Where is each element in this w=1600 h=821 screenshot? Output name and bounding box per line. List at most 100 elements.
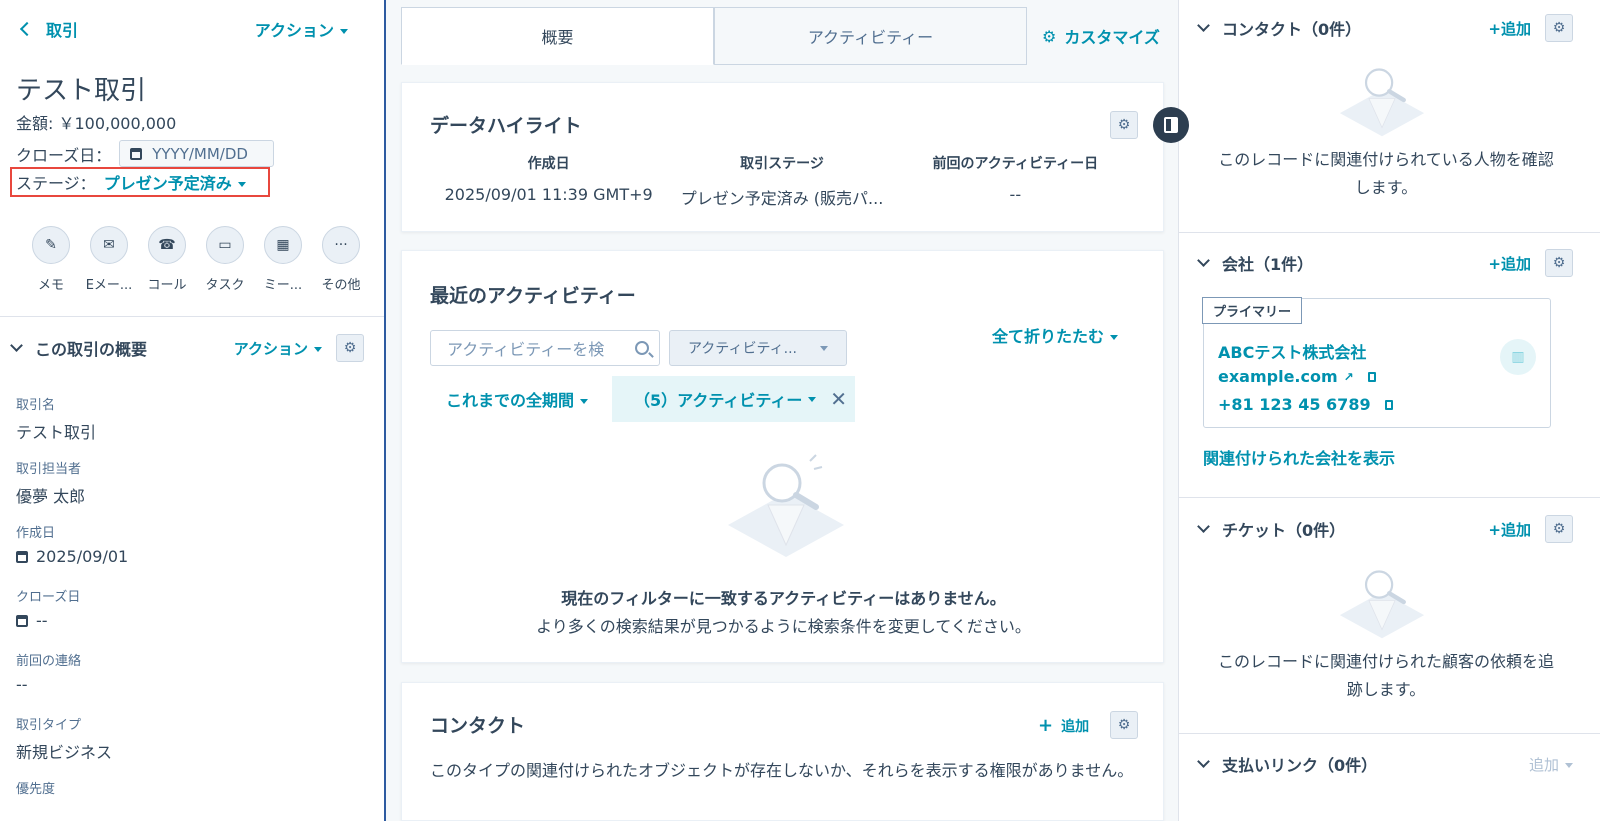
call-button[interactable]: ☎ コール: [138, 226, 196, 293]
property-last-contact[interactable]: 前回の連絡 --: [16, 650, 356, 714]
note-button[interactable]: ✎ メモ: [22, 226, 80, 293]
property-label: 取引名: [16, 398, 56, 413]
empty-state-illustration: [1339, 570, 1425, 639]
panel-toggle-button[interactable]: [1153, 107, 1189, 143]
payment-links-section-title[interactable]: 支払いリンク（0件）: [1222, 752, 1377, 776]
company-domain: example.com: [1218, 367, 1338, 386]
contacts-empty-text: このレコードに関連付けられている人物を確認 します。: [1199, 146, 1573, 202]
payment-links-section-header: 支払いリンク（0件） 追加: [1197, 752, 1573, 776]
recent-activities-card: 最近のアクティビティー アクティビティーを検 アクティビティ... 全て折りたた…: [401, 250, 1164, 663]
companies-section-settings[interactable]: ⚙: [1545, 249, 1573, 277]
meeting-button[interactable]: ▦ ミー...: [254, 226, 312, 293]
stage-dropdown[interactable]: プレゼン予定済み: [104, 170, 246, 194]
more-button[interactable]: ··· その他: [312, 226, 370, 293]
company-domain-link[interactable]: example.com ↗: [1218, 367, 1376, 386]
add-ticket-link[interactable]: +追加: [1488, 519, 1531, 540]
close-icon[interactable]: ✕: [830, 387, 847, 411]
empty-state-illustration: [1339, 68, 1425, 137]
empty-line: このレコードに関連付けられた顧客の依頼を追: [1217, 652, 1554, 671]
highlight-value: プレゼン予定済み (販売パ...: [680, 189, 884, 208]
task-icon: ▭: [206, 226, 244, 264]
phone-icon: ☎: [148, 226, 186, 264]
edit-icon: ✎: [32, 226, 70, 264]
gear-icon: ⚙: [1117, 717, 1131, 733]
tickets-section-settings[interactable]: ⚙: [1545, 515, 1573, 543]
add-payment-link-dropdown[interactable]: 追加: [1529, 754, 1573, 775]
close-date-label: クローズ日：: [16, 145, 112, 165]
summary-actions-label: アクション: [233, 339, 308, 358]
highlight-value: 2025/09/01 11:39 GMT+9: [444, 185, 653, 204]
summary-title[interactable]: この取引の概要: [35, 336, 147, 360]
property-create-date[interactable]: 作成日 2025/09/01: [16, 522, 356, 586]
data-highlights-card: データハイライト ⚙ 作成日 2025/09/01 11:39 GMT+9 取引ス…: [401, 82, 1164, 232]
calendar-icon: [16, 614, 28, 627]
main-column: 概要 アクティビティー ⚙ カスタマイズ データハイライト ⚙ 作成日 2025/0…: [386, 0, 1178, 821]
summary-settings-button[interactable]: ⚙: [336, 334, 364, 362]
contacts-settings-button[interactable]: ⚙: [1110, 711, 1138, 739]
period-filter[interactable]: これまでの全期間: [446, 387, 589, 411]
property-value: 優夢 太郎: [16, 487, 86, 506]
customize-button[interactable]: ⚙ カスタマイズ: [1042, 24, 1160, 48]
chevron-down-icon[interactable]: [1197, 18, 1210, 32]
gear-icon: ⚙: [1042, 26, 1057, 46]
caret-down-icon: [808, 396, 817, 402]
property-label: 前回の連絡: [16, 654, 82, 669]
gear-icon: ⚙: [343, 340, 357, 356]
divider: [1179, 232, 1600, 233]
copy-icon[interactable]: [1384, 399, 1393, 410]
contacts-section-settings[interactable]: ⚙: [1545, 14, 1573, 42]
companies-section-title[interactable]: 会社（1件）: [1222, 251, 1313, 275]
empty-line: このレコードに関連付けられている人物を確認: [1218, 150, 1554, 169]
company-name-link[interactable]: ABCテスト株式会社: [1218, 339, 1366, 363]
tab-overview[interactable]: 概要: [401, 7, 714, 65]
copy-icon[interactable]: [1367, 371, 1376, 382]
activity-type-filter[interactable]: アクティビティ...: [669, 330, 847, 366]
chevron-down-icon[interactable]: [1197, 519, 1210, 533]
tab-activity[interactable]: アクティビティー: [714, 7, 1027, 65]
chevron-left-icon: [19, 21, 35, 37]
recent-activities-title: 最近のアクティビティー: [430, 285, 636, 307]
back-to-deals-link[interactable]: 取引: [16, 17, 78, 41]
property-deal-name[interactable]: 取引名 テスト取引: [16, 394, 356, 458]
company-phone-link[interactable]: +81 123 45 6789: [1218, 395, 1393, 414]
tickets-section-header: チケット（0件） +追加 ⚙: [1197, 515, 1573, 543]
summary-actions-dropdown[interactable]: アクション: [234, 338, 322, 359]
email-button[interactable]: ✉ Eメー...: [80, 226, 138, 293]
collapse-all-button[interactable]: 全て折りたたむ: [992, 323, 1119, 347]
activity-search-input[interactable]: アクティビティーを検: [430, 330, 660, 366]
highlights-settings-button[interactable]: ⚙: [1110, 111, 1138, 139]
add-company-link[interactable]: +追加: [1488, 253, 1531, 274]
contacts-section-title[interactable]: コンタクト（0件）: [1222, 16, 1361, 40]
caret-down-icon: [237, 182, 246, 187]
contacts-card: コンタクト + 追加 ⚙ このタイプの関連付けられたオブジェクトが存在しないか、そ…: [401, 682, 1164, 821]
task-button[interactable]: ▭ タスク: [196, 226, 254, 293]
chevron-down-icon[interactable]: [1197, 754, 1210, 768]
property-label: 優先度: [16, 782, 56, 797]
chevron-down-icon[interactable]: [1197, 253, 1210, 267]
chevron-down-icon[interactable]: [10, 338, 23, 352]
stage-row: ステージ： プレゼン予定済み: [10, 167, 270, 197]
contacts-card-text: このタイプの関連付けられたオブジェクトが存在しないか、それらを表示する権限があり…: [430, 761, 1134, 780]
add-label: 追加: [1528, 755, 1559, 774]
activity-filter-chip[interactable]: （5）アクティビティー ✕: [612, 376, 855, 422]
view-associated-companies-link[interactable]: 関連付けられた会社を表示: [1203, 445, 1395, 469]
task-label: タスク: [205, 278, 245, 293]
tickets-section-title[interactable]: チケット（0件）: [1222, 517, 1345, 541]
property-close-date[interactable]: クローズ日 --: [16, 586, 356, 650]
company-name: ABCテスト株式会社: [1218, 343, 1367, 362]
property-deal-type[interactable]: 取引タイプ 新規ビジネス: [16, 714, 356, 778]
property-priority[interactable]: 優先度: [16, 778, 356, 821]
property-deal-owner[interactable]: 取引担当者 優夢 太郎: [16, 458, 356, 522]
collapse-all-label: 全て折りたたむ: [992, 327, 1105, 346]
stage-value: プレゼン予定済み: [103, 174, 232, 193]
more-icon: ···: [322, 226, 360, 264]
call-label: コール: [147, 278, 187, 293]
add-contact-link[interactable]: +追加: [1488, 18, 1531, 39]
record-header: 取引 アクション: [16, 16, 356, 42]
customize-label: カスタマイズ: [1064, 28, 1160, 47]
add-contact-button[interactable]: + 追加: [1038, 715, 1089, 736]
actions-dropdown[interactable]: アクション: [255, 17, 348, 41]
close-date-input[interactable]: YYYY/MM/DD: [119, 140, 275, 167]
amount-text: 金額: ￥100,000,000: [16, 114, 177, 133]
highlights-title: データハイライト: [430, 115, 582, 137]
